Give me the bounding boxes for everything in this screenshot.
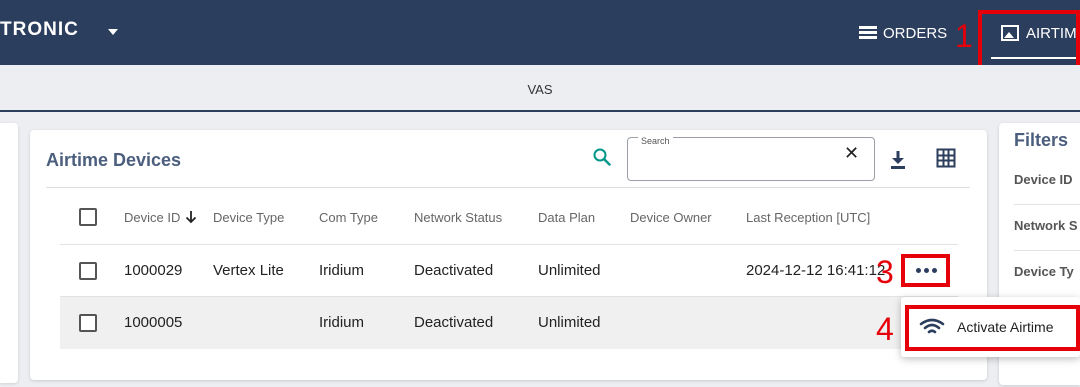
callout-box-activate-airtime bbox=[905, 305, 1080, 351]
search-icon[interactable] bbox=[593, 148, 611, 166]
callout-number-3: 3 bbox=[876, 254, 894, 290]
cell-data-plan: Unlimited bbox=[538, 314, 601, 331]
column-header-com-type[interactable]: Com Type bbox=[319, 210, 378, 225]
cell-network-status: Deactivated bbox=[414, 262, 494, 279]
table-row[interactable]: 1000005 Iridium Deactivated Unlimited bbox=[60, 297, 958, 349]
left-side-panel bbox=[0, 123, 18, 383]
header-divider bbox=[46, 187, 970, 188]
search-input[interactable] bbox=[636, 152, 836, 176]
sub-navigation: VAS bbox=[0, 65, 1080, 112]
table-header: Device ID Device Type Com Type Network S… bbox=[60, 202, 958, 232]
download-icon[interactable] bbox=[890, 150, 906, 170]
cell-last-reception: 2024-12-12 16:41:12 bbox=[746, 262, 886, 279]
cell-network-status: Deactivated bbox=[414, 314, 494, 331]
top-header: TRONIC ORDERS AIRTIME bbox=[0, 0, 1080, 65]
cell-device-id: 1000029 bbox=[124, 262, 183, 279]
cell-com-type: Iridium bbox=[319, 262, 365, 279]
filter-divider bbox=[1014, 250, 1080, 251]
column-header-last-reception[interactable]: Last Reception [UTC] bbox=[746, 210, 870, 225]
airtime-devices-card: Airtime Devices Search ✕ Device ID Devic… bbox=[30, 130, 987, 380]
callout-number-1: 1 bbox=[955, 18, 973, 54]
cell-device-id: 1000005 bbox=[124, 314, 183, 331]
column-grid-icon[interactable] bbox=[936, 148, 956, 168]
cell-device-type: Vertex Lite bbox=[213, 262, 284, 279]
row-checkbox[interactable] bbox=[79, 262, 97, 280]
filter-network-status[interactable]: Network S bbox=[1014, 218, 1078, 233]
nav-orders[interactable]: ORDERS bbox=[859, 21, 947, 45]
cell-com-type: Iridium bbox=[319, 314, 365, 331]
filter-device-id[interactable]: Device ID bbox=[1014, 172, 1073, 187]
filter-divider bbox=[1014, 204, 1080, 205]
search-label: Search bbox=[638, 136, 673, 146]
search-field[interactable]: Search ✕ bbox=[627, 136, 875, 181]
callout-number-4: 4 bbox=[876, 311, 894, 347]
select-all-checkbox[interactable] bbox=[79, 208, 97, 226]
column-header-data-plan[interactable]: Data Plan bbox=[538, 210, 595, 225]
list-icon bbox=[859, 26, 877, 40]
callout-box-airtime bbox=[978, 10, 1080, 70]
row-checkbox[interactable] bbox=[79, 314, 97, 332]
table-row[interactable]: 1000029 Vertex Lite Iridium Deactivated … bbox=[60, 245, 958, 297]
clear-search-icon[interactable]: ✕ bbox=[844, 143, 859, 164]
brand-name[interactable]: TRONIC bbox=[0, 19, 79, 41]
sub-nav-vas[interactable]: VAS bbox=[527, 82, 552, 97]
callout-box-more-actions bbox=[901, 254, 950, 287]
filters-title: Filters bbox=[1014, 130, 1069, 150]
column-header-device-id[interactable]: Device ID bbox=[124, 210, 180, 225]
card-title: Airtime Devices bbox=[46, 150, 182, 170]
cell-data-plan: Unlimited bbox=[538, 262, 601, 279]
column-header-device-type[interactable]: Device Type bbox=[213, 210, 284, 225]
nav-orders-label: ORDERS bbox=[883, 24, 948, 42]
chevron-down-icon[interactable] bbox=[108, 29, 118, 35]
column-header-network-status[interactable]: Network Status bbox=[414, 210, 502, 225]
arrow-down-icon[interactable] bbox=[185, 210, 197, 224]
filter-device-type[interactable]: Device Ty bbox=[1014, 264, 1074, 279]
column-header-device-owner[interactable]: Device Owner bbox=[630, 210, 712, 225]
